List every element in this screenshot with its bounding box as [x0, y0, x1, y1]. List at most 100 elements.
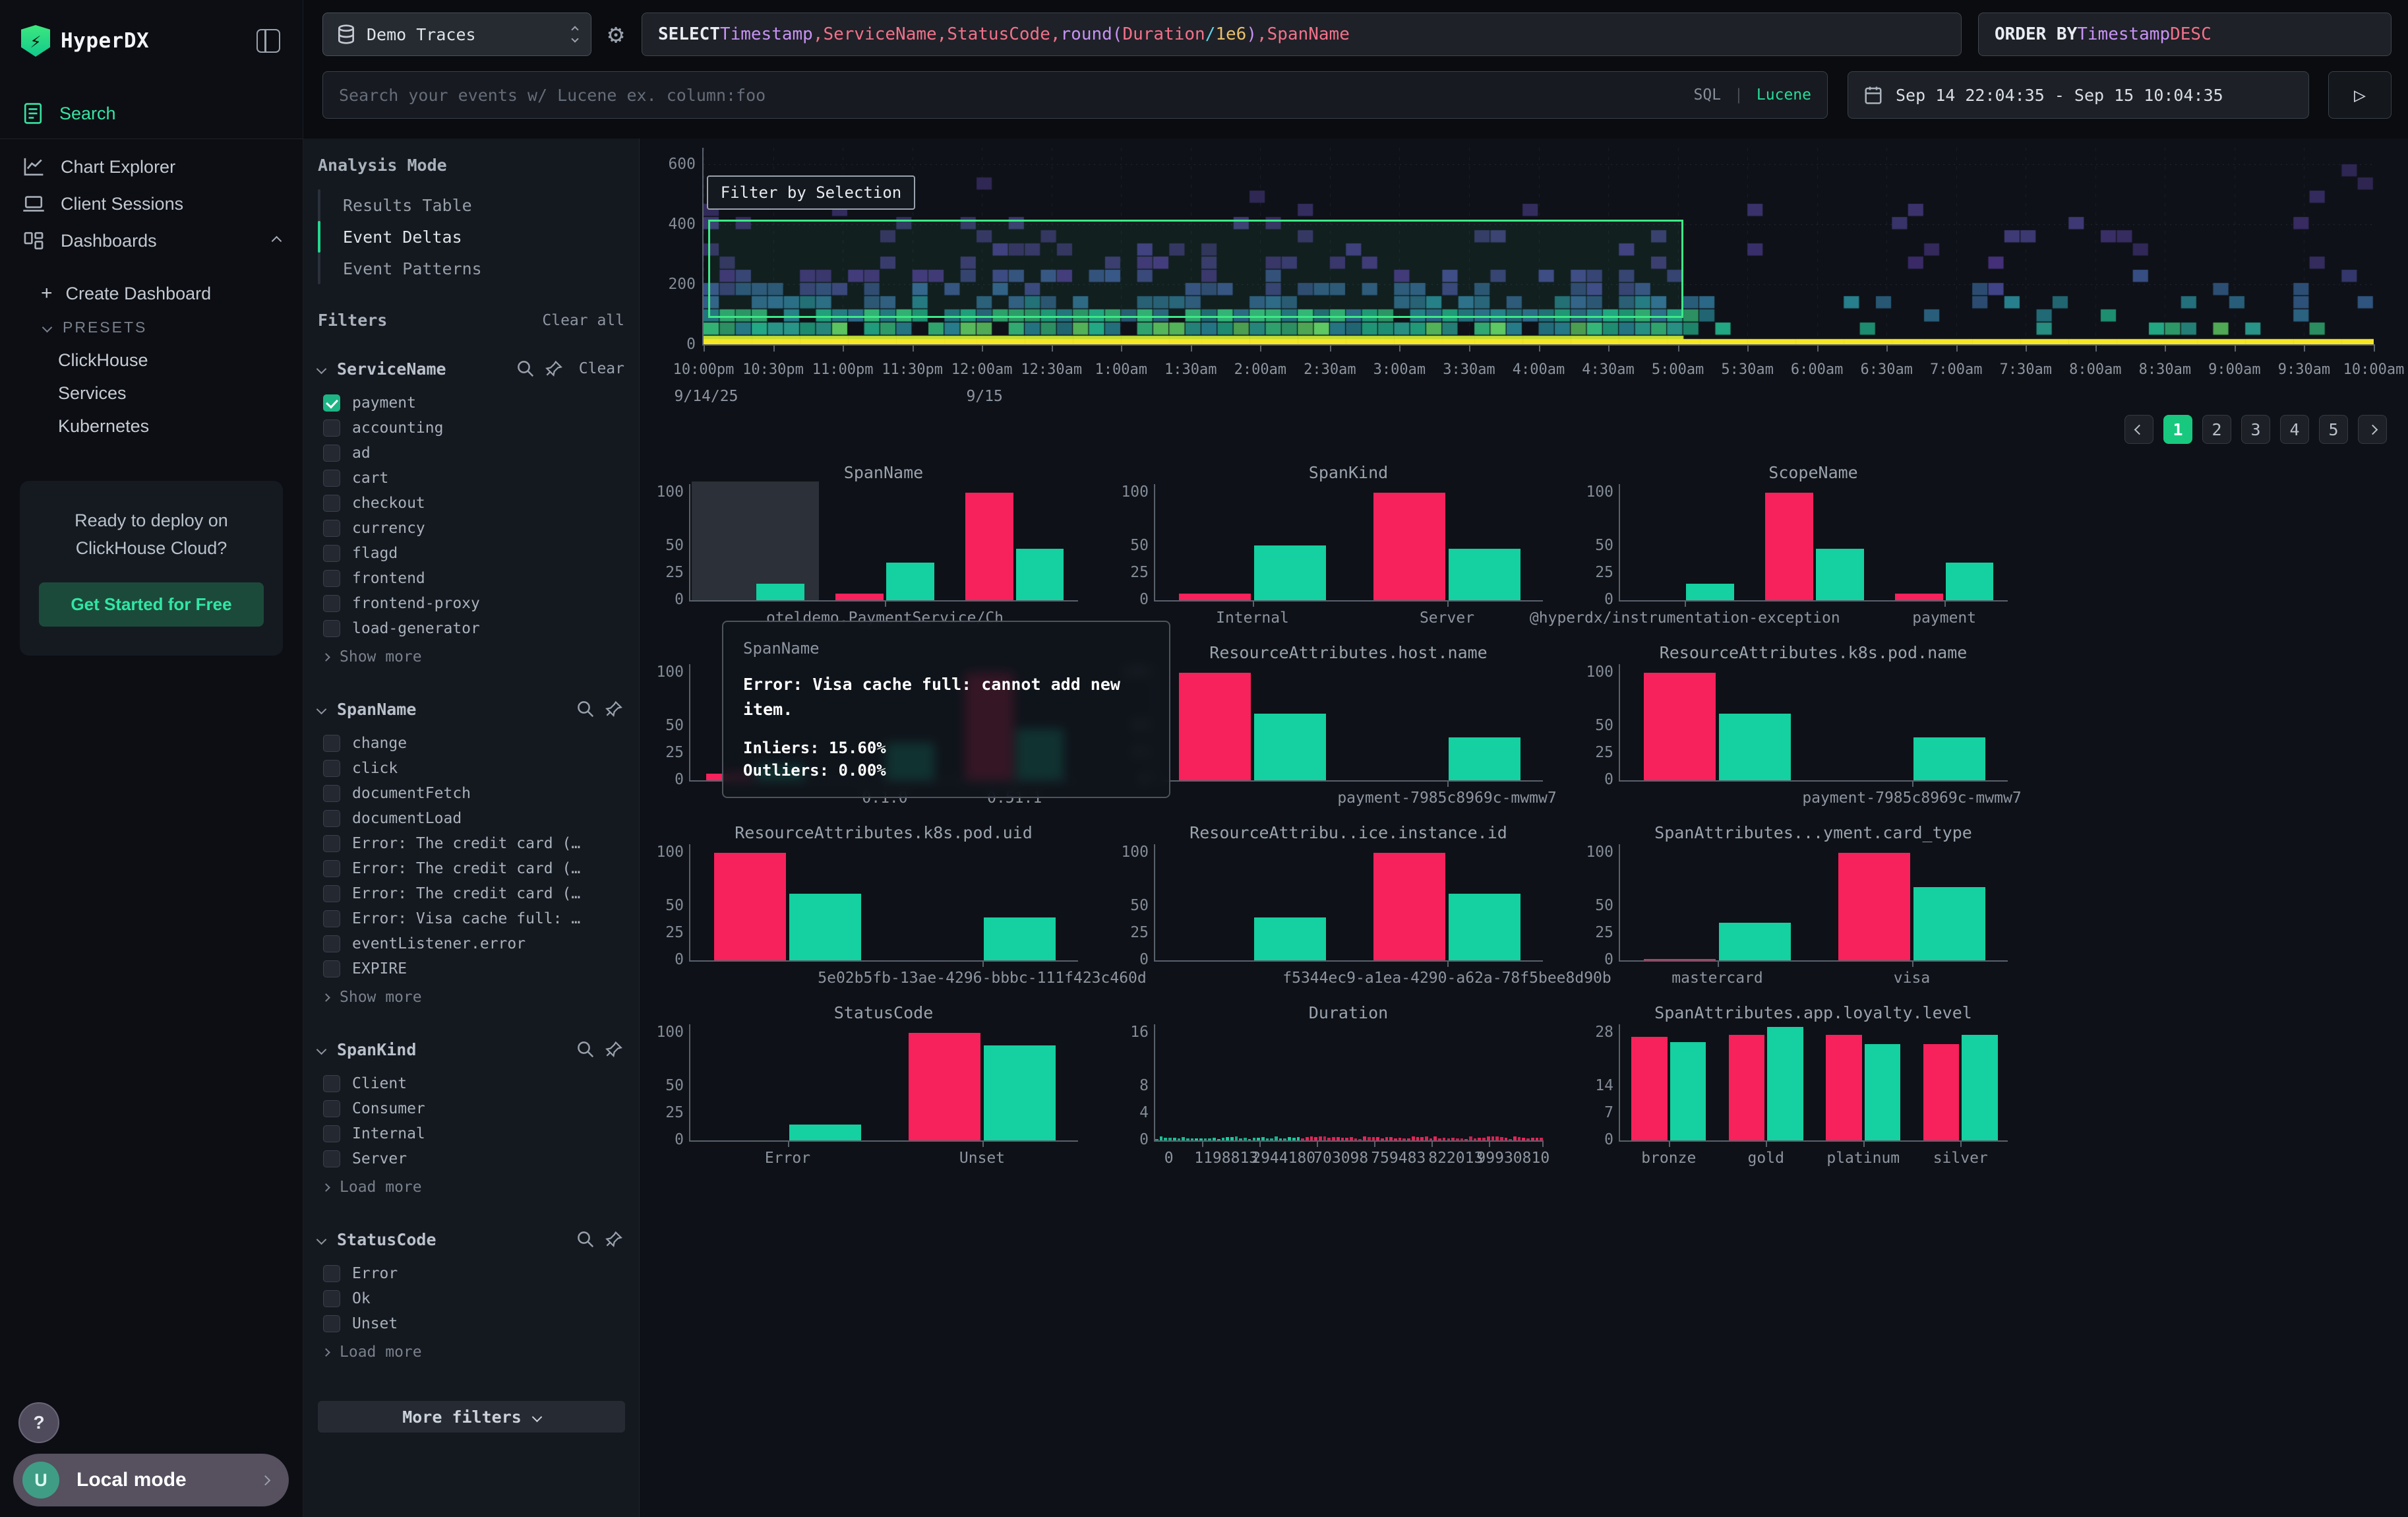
pagination-page-4[interactable]: 4: [2280, 415, 2309, 444]
histogram-bar[interactable]: [1186, 1138, 1189, 1140]
clear-all-filters-button[interactable]: Clear all: [542, 312, 624, 329]
load-more-button[interactable]: Load more: [318, 1339, 624, 1365]
sidebar-item-dashboards[interactable]: Dashboards: [0, 222, 303, 259]
filter-group-name[interactable]: SpanName: [337, 700, 566, 719]
checkbox[interactable]: [323, 735, 340, 752]
checkbox[interactable]: [323, 1290, 340, 1307]
histogram-bar[interactable]: [1337, 1137, 1340, 1140]
histogram-bar[interactable]: [1173, 1138, 1176, 1140]
filter-group-name[interactable]: StatusCode: [337, 1230, 566, 1249]
create-dashboard-button[interactable]: + Create Dashboard: [0, 276, 303, 311]
bar-outliers[interactable]: [1838, 853, 1910, 960]
histogram-bar[interactable]: [1226, 1137, 1229, 1140]
histogram-bar[interactable]: [1482, 1138, 1486, 1140]
checkbox[interactable]: [323, 885, 340, 902]
pagination-next-button[interactable]: [2358, 415, 2387, 444]
filter-option-EXPIRE[interactable]: EXPIRE: [318, 956, 624, 981]
bar-outliers[interactable]: [1373, 493, 1445, 600]
histogram-bar[interactable]: [1500, 1137, 1503, 1140]
chart-plot[interactable]: 02550100@hyperdx/instrumentation-excepti…: [1619, 484, 2008, 602]
histogram-bar[interactable]: [1495, 1136, 1499, 1140]
filter-option-eventListener.error[interactable]: eventListener.error: [318, 931, 624, 956]
filter-option-Unset[interactable]: Unset: [318, 1311, 624, 1336]
bar-outliers[interactable]: [909, 1033, 980, 1140]
histogram-bar[interactable]: [1478, 1138, 1481, 1140]
histogram-bar[interactable]: [1460, 1138, 1464, 1140]
chart-plot[interactable]: 025501005e02b5fb-13ae-4296-bbbc-111f423c…: [689, 844, 1078, 962]
search-icon[interactable]: [576, 1039, 595, 1059]
filter-option-Ok[interactable]: Ok: [318, 1286, 624, 1311]
sidebar-item-chart-explorer[interactable]: Chart Explorer: [0, 148, 303, 185]
filter-option-documentLoad[interactable]: documentLoad: [318, 806, 624, 831]
histogram-bar[interactable]: [1443, 1138, 1446, 1140]
sidebar-item-search[interactable]: Search: [0, 95, 303, 132]
bar-inliers[interactable]: [984, 917, 1056, 960]
language-toggle-lucene[interactable]: Lucene: [1757, 86, 1811, 104]
analysis-mode-results-table[interactable]: Results Table: [331, 189, 624, 221]
histogram-bar[interactable]: [1332, 1137, 1335, 1140]
bar-inliers[interactable]: [1686, 584, 1734, 600]
bar-inliers[interactable]: [1449, 737, 1520, 780]
checkbox[interactable]: [323, 1315, 340, 1332]
histogram-bar[interactable]: [1327, 1138, 1331, 1140]
source-select[interactable]: Demo Traces: [322, 13, 591, 56]
histogram-bar[interactable]: [1341, 1138, 1344, 1141]
checkbox[interactable]: [323, 785, 340, 802]
histogram-bar[interactable]: [1522, 1138, 1525, 1140]
histogram-bar[interactable]: [1491, 1136, 1495, 1140]
histogram-bar[interactable]: [1283, 1138, 1286, 1141]
histogram-bar[interactable]: [1244, 1138, 1247, 1140]
histogram-bar[interactable]: [1469, 1136, 1472, 1140]
filter-group-name[interactable]: ServiceName: [337, 359, 506, 379]
histogram-bar[interactable]: [1438, 1138, 1441, 1140]
bar-outliers[interactable]: [1826, 1035, 1862, 1140]
filter-option-frontend[interactable]: frontend: [318, 566, 624, 591]
filter-option-Error[interactable]: Error: [318, 1261, 624, 1286]
histogram-bar[interactable]: [1266, 1138, 1269, 1140]
filter-option-Error: Visa cache full: …[interactable]: Error: Visa cache full: …: [318, 906, 624, 931]
histogram-bar[interactable]: [1407, 1138, 1410, 1140]
filter-option-load-generator[interactable]: load-generator: [318, 616, 624, 641]
checkbox[interactable]: [323, 419, 340, 437]
bar-outliers[interactable]: [835, 594, 884, 600]
filter-option-flagd[interactable]: flagd: [318, 541, 624, 566]
histogram-bar[interactable]: [1531, 1138, 1534, 1140]
filter-option-Error: The credit card (…[interactable]: Error: The credit card (…: [318, 881, 624, 906]
pin-icon[interactable]: [605, 1039, 624, 1059]
presets-toggle[interactable]: PRESETS: [0, 311, 303, 344]
checkbox[interactable]: [323, 1075, 340, 1092]
bar-outliers[interactable]: [1179, 594, 1251, 600]
checkbox[interactable]: [323, 760, 340, 777]
histogram-bar[interactable]: [1526, 1138, 1530, 1140]
search-input[interactable]: [339, 86, 1681, 105]
chart-plot[interactable]: 0481601198813294418070309875948382201399…: [1154, 1024, 1543, 1142]
histogram-bar[interactable]: [1182, 1137, 1185, 1140]
pin-icon[interactable]: [605, 1229, 624, 1249]
bar-inliers[interactable]: [1254, 714, 1326, 780]
pagination-prev-button[interactable]: [2124, 415, 2153, 444]
pin-icon[interactable]: [605, 699, 624, 719]
search-icon[interactable]: [576, 1229, 595, 1249]
bar-inliers[interactable]: [1719, 923, 1791, 960]
bar-outliers[interactable]: [1179, 673, 1251, 780]
bar-outliers[interactable]: [965, 493, 1013, 600]
chevron-down-icon[interactable]: [316, 1044, 327, 1055]
histogram-bar[interactable]: [1345, 1138, 1348, 1140]
histogram-bar[interactable]: [1301, 1138, 1304, 1140]
bar-inliers[interactable]: [1254, 545, 1326, 600]
sidebar-item-kubernetes[interactable]: Kubernetes: [0, 410, 303, 443]
checkbox-checked[interactable]: [323, 394, 340, 412]
chart-plot[interactable]: 02550100ErrorUnset: [689, 1024, 1078, 1142]
histogram-bar[interactable]: [1204, 1138, 1207, 1140]
filter-option-cart[interactable]: cart: [318, 466, 624, 491]
histogram-bar[interactable]: [1363, 1136, 1366, 1140]
histogram-bar[interactable]: [1270, 1138, 1273, 1140]
brand[interactable]: ⚡ HyperDX: [21, 25, 149, 57]
bar-inliers[interactable]: [1913, 737, 1985, 780]
get-started-button[interactable]: Get Started for Free: [39, 582, 263, 627]
histogram-bar[interactable]: [1253, 1138, 1256, 1140]
pin-icon[interactable]: [545, 359, 564, 379]
filter-option-Internal[interactable]: Internal: [318, 1121, 624, 1146]
bar-inliers[interactable]: [789, 1125, 861, 1140]
chart-plot[interactable]: 02550100oteldemo.PaymentService/Ch: [689, 484, 1078, 602]
